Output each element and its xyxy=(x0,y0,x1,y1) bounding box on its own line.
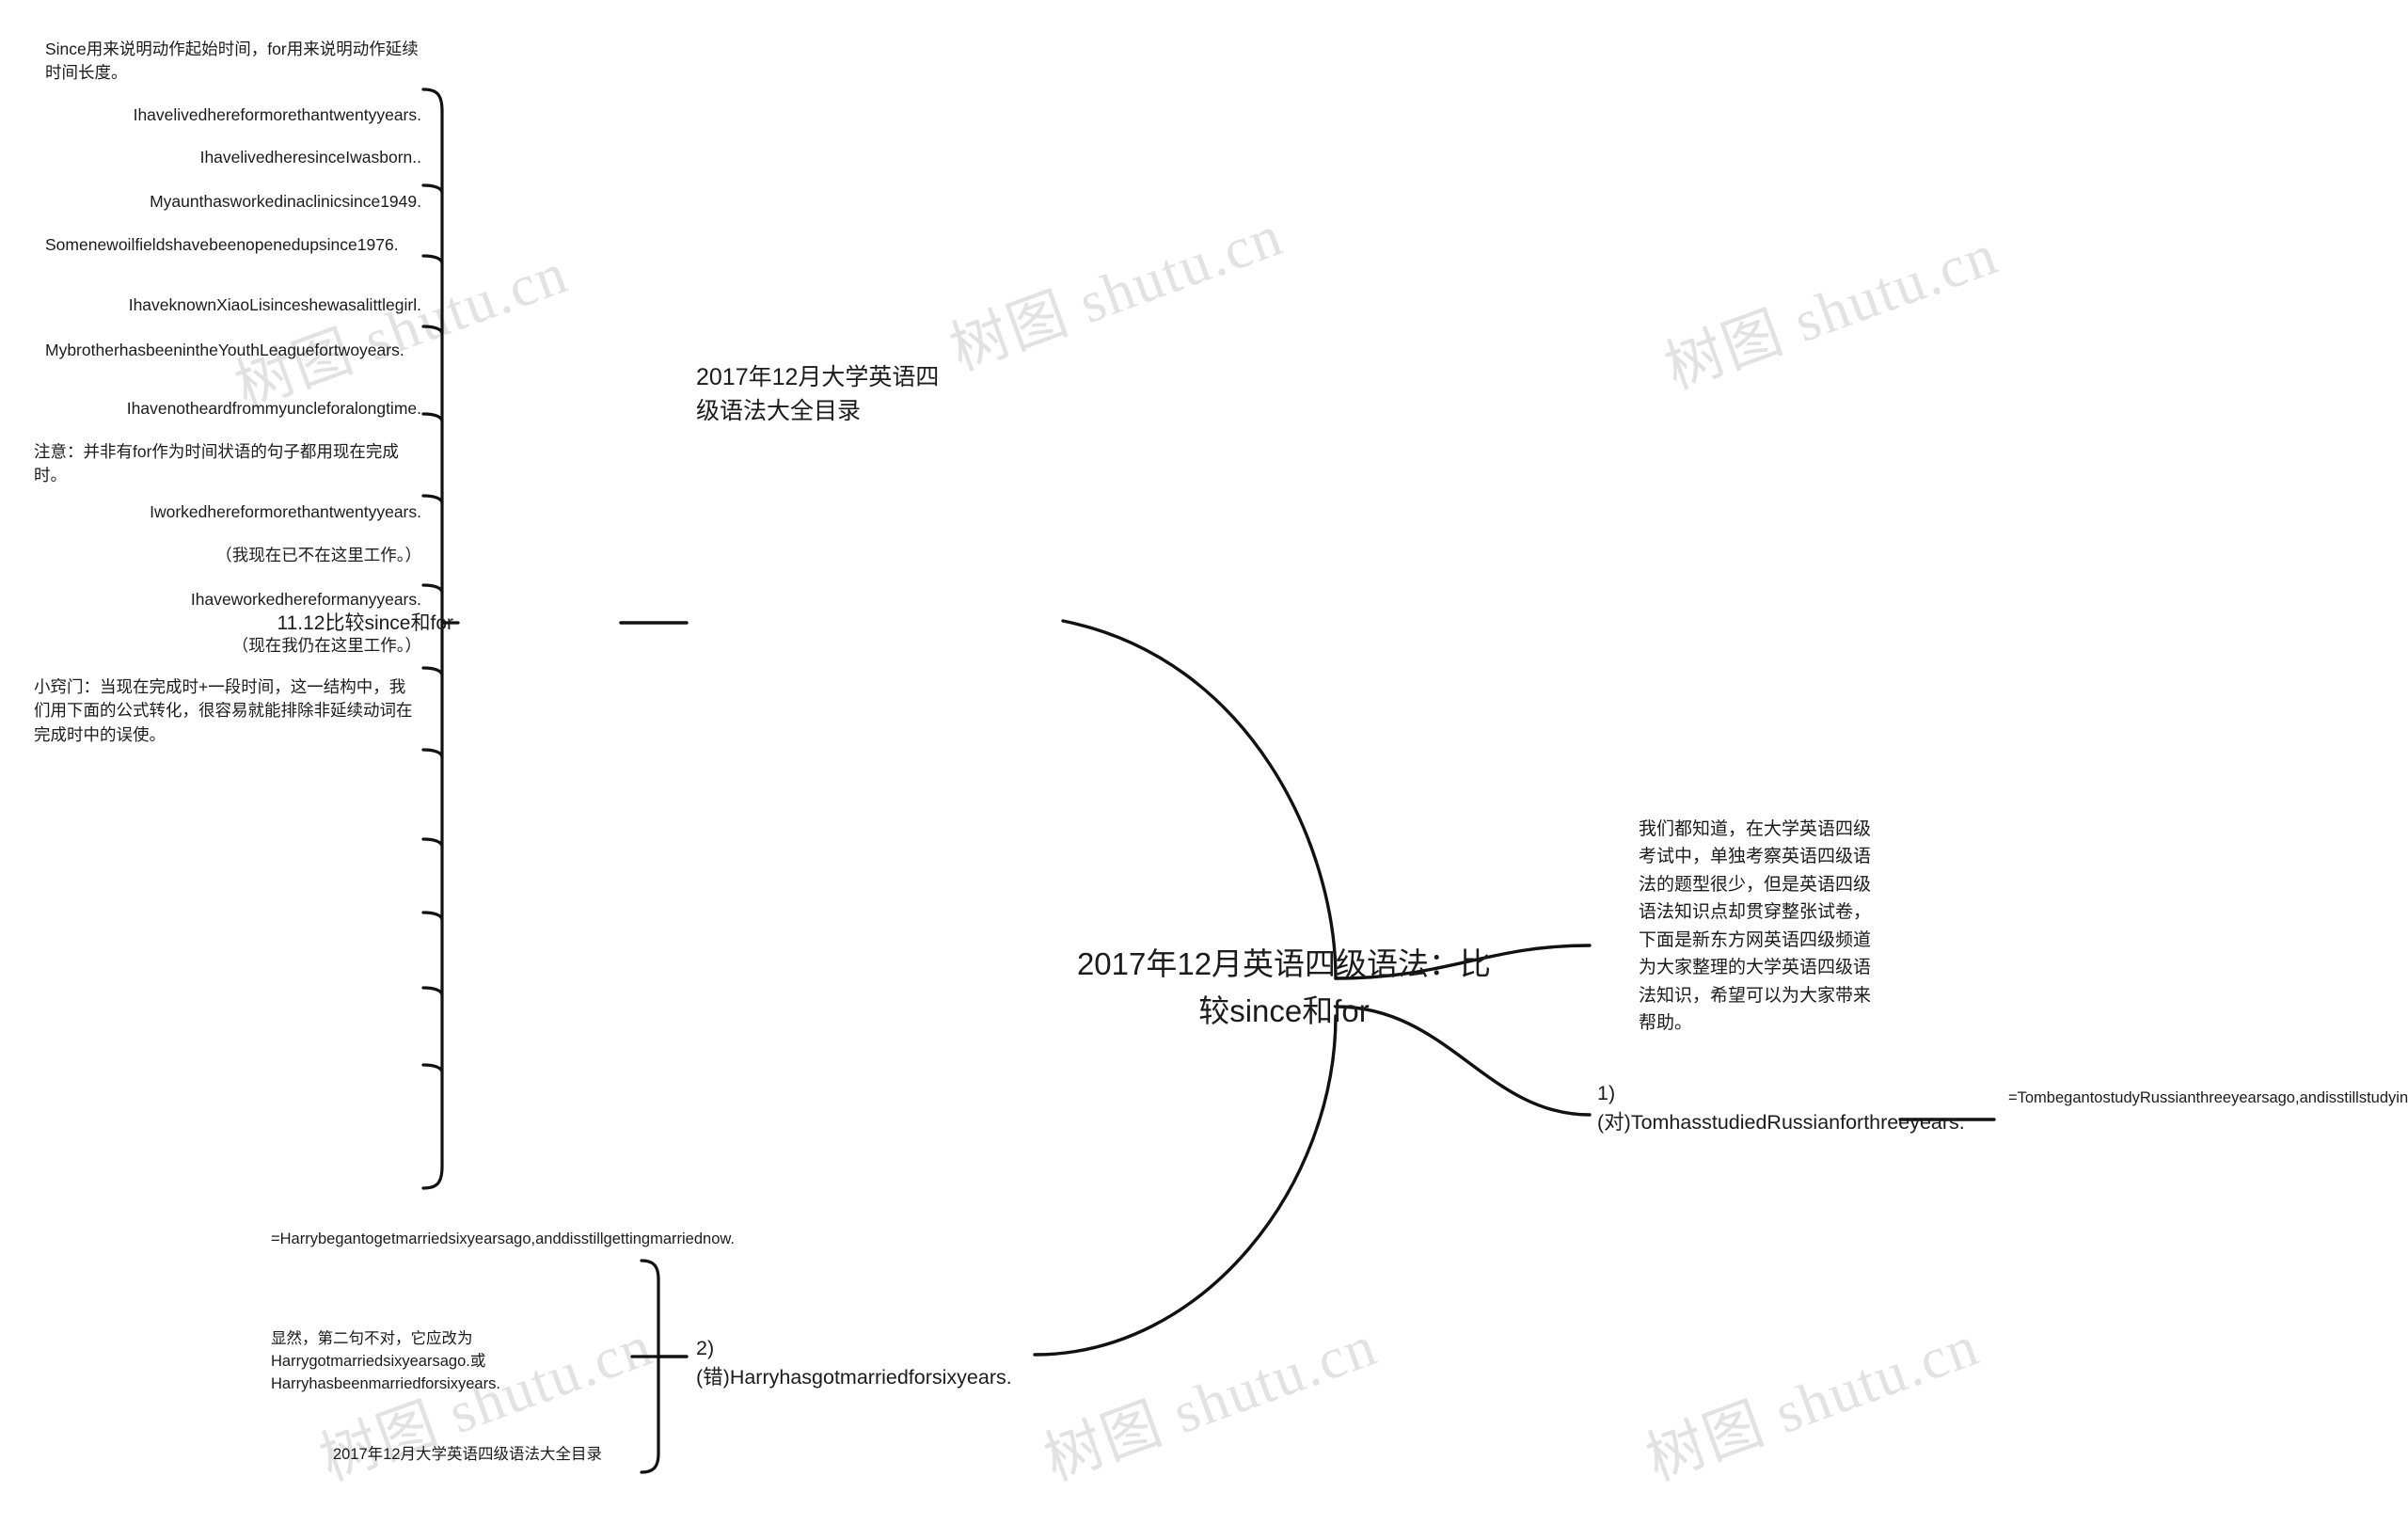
branch-example-1[interactable]: 1)(对)TomhasstudiedRussianforthreeyears. xyxy=(1597,1079,1965,1137)
leaf-example-lived-here-for[interactable]: Ihavelivedhereformorethantwentyyears. xyxy=(45,103,421,127)
mindmap-canvas: 树图 shutu.cn 树图 shutu.cn 树图 shutu.cn 树图 s… xyxy=(0,0,2408,1540)
topic-compare-since-for[interactable]: 11.12比较since和for xyxy=(245,610,453,638)
branch-catalog-top[interactable]: 2017年12月大学英语四级语法大全目录 xyxy=(696,360,941,429)
leaf-example-have-worked[interactable]: Ihaveworkedhereformanyyears. xyxy=(45,588,421,611)
branch-intro-paragraph[interactable]: 我们都知道，在大学英语四级考试中，单独考察英语四级语法的题型很少，但是英语四级语… xyxy=(1639,816,1876,1038)
leaf-example-lived-since-born[interactable]: IhavelivedheresinceIwasborn.. xyxy=(45,146,421,169)
watermark: 树图 shutu.cn xyxy=(1656,222,2006,402)
leaf-example-1-note[interactable]: =TombegantostudyRussianthreeyearsago,and… xyxy=(2008,1088,2408,1110)
leaf-example-youth-league[interactable]: MybrotherhasbeenintheYouthLeaguefortwoye… xyxy=(45,339,421,362)
watermark: 树图 shutu.cn xyxy=(1638,1313,1988,1493)
leaf-example-aunt-clinic[interactable]: Myaunthasworkedinaclinicsince1949. xyxy=(45,190,421,214)
leaf-example-2-note-1[interactable]: =Harrybegantogetmarriedsixyearsago,anddi… xyxy=(271,1229,735,1251)
leaf-note-attention[interactable]: 注意：并非有for作为时间状语的句子都用现在完成时。 xyxy=(34,440,421,488)
watermark: 树图 shutu.cn xyxy=(942,203,1291,383)
leaf-example-worked-here-gloss[interactable]: （我现在已不在这里工作。） xyxy=(45,544,421,567)
leaf-example-xiaoli[interactable]: IhaveknownXiaoLisinceshewasalittlegirl. xyxy=(45,294,421,317)
leaf-example-2-note-2[interactable]: 显然，第二句不对，它应改为Harrygotmarriedsixyearsago.… xyxy=(271,1328,602,1396)
leaf-example-worked-here[interactable]: Iworkedhereformorethantwentyyears. xyxy=(45,500,421,524)
branch-example-2[interactable]: 2)(错)Harryhasgotmarriedforsixyears. xyxy=(696,1334,1012,1392)
leaf-example-2-catalog[interactable]: 2017年12月大学英语四级语法大全目录 xyxy=(254,1444,602,1467)
leaf-note-tip[interactable]: 小窍门：当现在完成时+一段时间，这一结构中，我们用下面的公式转化，很容易就能排除… xyxy=(34,675,421,747)
leaf-example-oilfields[interactable]: Somenewoilfieldshavebeenopenedupsince197… xyxy=(45,233,421,257)
root-title[interactable]: 2017年12月英语四级语法：比较since和for xyxy=(1072,941,1496,1034)
leaf-rule[interactable]: Since用来说明动作起始时间，for用来说明动作延续时间长度。 xyxy=(45,38,421,86)
watermark: 树图 shutu.cn xyxy=(1036,1313,1386,1493)
leaf-example-uncle[interactable]: Ihavenotheardfrommyuncleforalongtime. xyxy=(45,397,421,421)
